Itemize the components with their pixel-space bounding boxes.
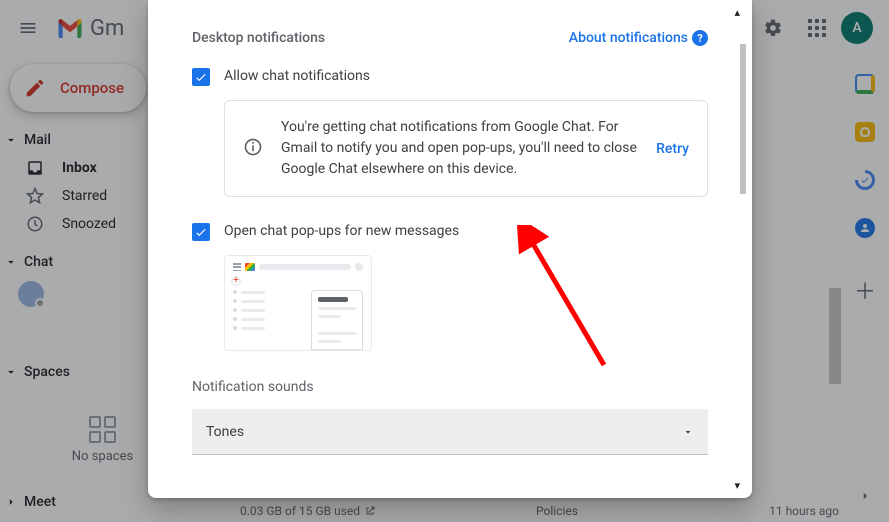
chat-popup-preview-image xyxy=(224,255,372,351)
allow-chat-notifications-label: Allow chat notifications xyxy=(224,68,370,84)
dialog-section-title: Desktop notifications xyxy=(192,30,325,46)
alert-message: You're getting chat notifications from G… xyxy=(281,117,638,180)
chat-elsewhere-alert: You're getting chat notifications from G… xyxy=(224,100,708,197)
help-icon: ? xyxy=(692,30,708,46)
notification-sounds-label: Notification sounds xyxy=(192,379,708,395)
open-chat-popups-checkbox[interactable] xyxy=(192,223,210,241)
caret-down-icon xyxy=(682,426,694,438)
retry-button[interactable]: Retry xyxy=(656,141,689,157)
check-icon xyxy=(194,70,208,84)
notification-sounds-select[interactable]: Tones xyxy=(192,409,708,455)
settings-dialog: ▴ Desktop notifications About notificati… xyxy=(148,0,752,498)
allow-chat-notifications-checkbox[interactable] xyxy=(192,68,210,86)
notification-sounds-value: Tones xyxy=(206,424,244,440)
check-icon xyxy=(194,225,208,239)
open-chat-popups-label: Open chat pop-ups for new messages xyxy=(224,223,459,239)
scroll-down-arrow[interactable]: ▾ xyxy=(734,479,740,492)
about-notifications-link[interactable]: About notifications ? xyxy=(569,30,708,46)
info-icon xyxy=(243,137,263,161)
